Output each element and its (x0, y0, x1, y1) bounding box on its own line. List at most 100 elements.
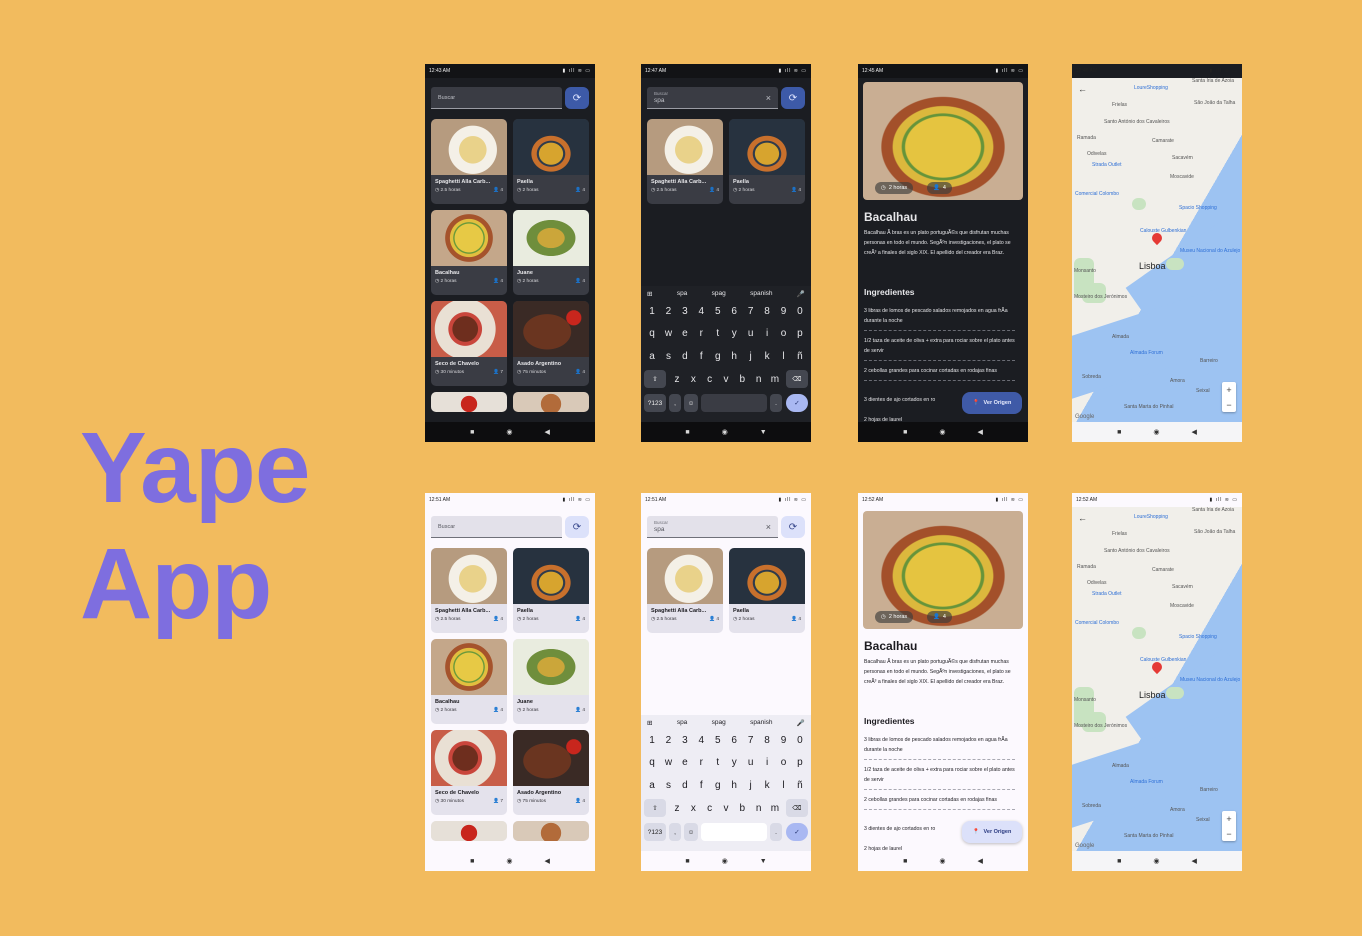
key[interactable]: m (767, 803, 783, 814)
key[interactable]: y (726, 328, 742, 339)
key[interactable]: e (677, 757, 693, 768)
recipe-card[interactable]: Paella ◷ 2 horas 👤 4 (513, 548, 589, 633)
comma-key[interactable]: , (669, 394, 681, 412)
back-icon[interactable]: ◀ (1191, 857, 1196, 865)
zoom-out-button[interactable]: − (1226, 400, 1231, 410)
emoji-key[interactable]: ☺ (684, 394, 698, 412)
key[interactable]: 7 (743, 735, 759, 746)
recipe-card[interactable]: Seco de Chavelo ◷ 30 minutos 👤 7 (431, 301, 507, 386)
key[interactable]: q (644, 757, 660, 768)
key[interactable]: 3 (677, 306, 693, 317)
key[interactable]: l (776, 780, 792, 791)
recents-icon[interactable]: ■ (470, 858, 474, 865)
key[interactable]: r (693, 757, 709, 768)
zoom-in-button[interactable]: + (1226, 814, 1231, 824)
key[interactable]: w (660, 328, 676, 339)
key[interactable]: 7 (743, 306, 759, 317)
key[interactable]: p (792, 328, 808, 339)
hide-keyboard-icon[interactable]: ▼ (760, 429, 767, 436)
home-icon[interactable]: ◉ (506, 428, 512, 436)
key[interactable]: k (759, 351, 775, 362)
key[interactable]: s (660, 780, 676, 791)
recipe-card[interactable]: Seco de Chavelo ◷ 30 minutos 👤 7 (431, 730, 507, 815)
back-icon[interactable]: ◀ (544, 428, 549, 436)
hide-keyboard-icon[interactable]: ▼ (760, 858, 767, 865)
key[interactable]: e (677, 328, 693, 339)
suggestion[interactable]: spa (677, 290, 687, 297)
recipe-card[interactable]: Spaghetti Alla Carb... ◷ 2.5 horas 👤 4 (647, 548, 723, 633)
key[interactable]: f (693, 780, 709, 791)
zoom-in-button[interactable]: + (1226, 385, 1231, 395)
home-icon[interactable]: ◉ (722, 857, 728, 865)
key[interactable]: z (669, 803, 685, 814)
search-input[interactable]: Buscar spa × (647, 516, 778, 538)
map-view[interactable]: Santa Iria de Azoia LoureShopping Frielas S… (1072, 78, 1242, 422)
mic-icon[interactable]: 🎤 (797, 719, 805, 727)
key[interactable]: c (702, 803, 718, 814)
back-icon[interactable]: ◀ (544, 857, 549, 865)
key[interactable]: p (792, 757, 808, 768)
refresh-button[interactable]: ⟳ (781, 87, 805, 109)
recipe-card[interactable]: Asado Argentino ◷ 75 minutos 👤 4 (513, 301, 589, 386)
key[interactable]: l (776, 351, 792, 362)
view-origin-button[interactable]: 📍 Ver Origen (962, 392, 1022, 414)
key[interactable]: u (743, 328, 759, 339)
key[interactable]: w (660, 757, 676, 768)
clear-icon[interactable]: × (766, 522, 771, 532)
recents-icon[interactable]: ■ (903, 858, 907, 865)
space-key[interactable] (701, 823, 767, 841)
key[interactable]: o (776, 328, 792, 339)
key[interactable]: o (776, 757, 792, 768)
key[interactable]: 6 (726, 735, 742, 746)
key[interactable]: 5 (710, 306, 726, 317)
home-icon[interactable]: ◉ (939, 428, 945, 436)
back-icon[interactable]: ◀ (977, 428, 982, 436)
recipe-card[interactable] (513, 821, 589, 841)
key[interactable]: 1 (644, 306, 660, 317)
key[interactable]: 4 (693, 735, 709, 746)
back-icon[interactable]: ◀ (1191, 428, 1196, 436)
key[interactable]: b (734, 374, 750, 385)
key[interactable]: v (718, 803, 734, 814)
period-key[interactable]: . (770, 394, 782, 412)
recipe-card[interactable]: Paella ◷ 2 horas 👤 4 (729, 548, 805, 633)
suggestion[interactable]: spag (712, 719, 726, 726)
refresh-button[interactable]: ⟳ (565, 87, 589, 109)
key[interactable]: 3 (677, 735, 693, 746)
recents-icon[interactable]: ■ (470, 429, 474, 436)
space-key[interactable] (701, 394, 767, 412)
symbols-key[interactable]: ?123 (644, 823, 666, 841)
key[interactable]: 1 (644, 735, 660, 746)
key[interactable]: j (743, 780, 759, 791)
recents-icon[interactable]: ■ (1117, 858, 1121, 865)
suggestion[interactable]: spa (677, 719, 687, 726)
enter-key[interactable]: ✓ (786, 394, 808, 412)
key[interactable]: b (734, 803, 750, 814)
home-icon[interactable]: ◉ (722, 428, 728, 436)
recipe-card[interactable]: Paella ◷ 2 horas 👤 4 (513, 119, 589, 204)
key[interactable]: y (726, 757, 742, 768)
back-arrow-icon[interactable]: ← (1078, 513, 1087, 523)
refresh-button[interactable]: ⟳ (565, 516, 589, 538)
key[interactable]: ñ (792, 780, 808, 791)
view-origin-button[interactable]: 📍 Ver Origen (962, 821, 1022, 843)
key[interactable]: g (710, 780, 726, 791)
shift-key[interactable]: ⇧ (644, 370, 666, 388)
recipe-card[interactable]: Spaghetti Alla Carb... ◷ 2.5 horas 👤 4 (431, 119, 507, 204)
key[interactable]: v (718, 374, 734, 385)
grid-icon[interactable]: ⊞ (647, 290, 652, 298)
key[interactable]: 0 (792, 735, 808, 746)
map-view[interactable]: Santa Iria de Azoia LoureShopping Frielas S… (1072, 507, 1242, 851)
recipe-card[interactable] (431, 821, 507, 841)
search-input[interactable]: Buscar (431, 516, 562, 538)
key[interactable]: n (751, 374, 767, 385)
recipe-card[interactable]: Spaghetti Alla Carb... ◷ 2.5 horas 👤 4 (431, 548, 507, 633)
zoom-out-button[interactable]: − (1226, 829, 1231, 839)
key[interactable]: ñ (792, 351, 808, 362)
key[interactable]: 2 (660, 306, 676, 317)
key[interactable]: 9 (776, 306, 792, 317)
recents-icon[interactable]: ■ (685, 429, 689, 436)
key[interactable]: d (677, 351, 693, 362)
key[interactable]: i (759, 757, 775, 768)
recipe-card[interactable]: Paella ◷ 2 horas 👤 4 (729, 119, 805, 204)
